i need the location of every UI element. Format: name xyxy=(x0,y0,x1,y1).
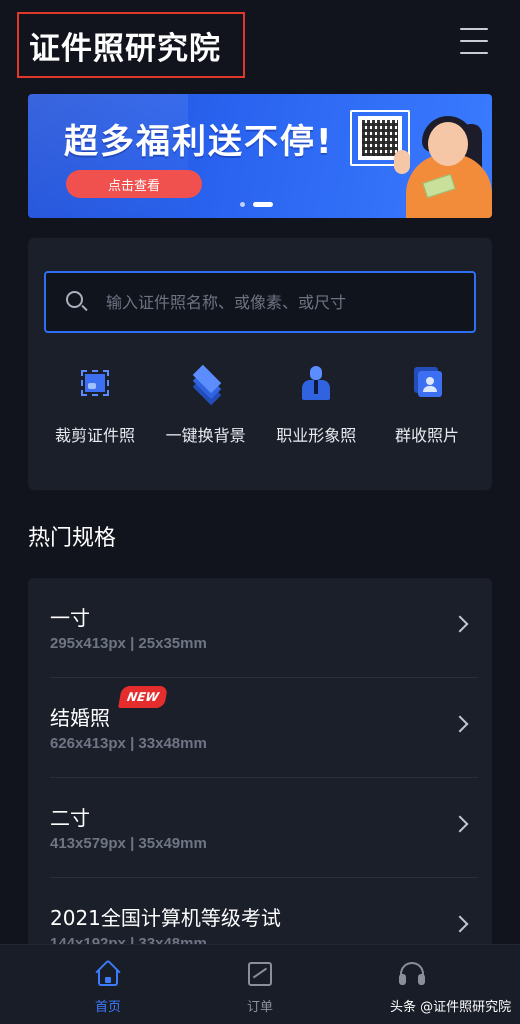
feature-label: 职业形象照 xyxy=(276,426,357,445)
search-icon xyxy=(66,291,88,313)
customer-service-icon xyxy=(398,960,426,988)
crop-photo-icon xyxy=(77,364,113,400)
carousel-dot[interactable] xyxy=(240,202,245,207)
app-title-highlight: 证件照研究院 xyxy=(17,12,245,78)
spec-size: 413x579px | 35x49mm xyxy=(50,835,207,852)
header: 证件照研究院 xyxy=(0,0,520,90)
tab-label: 首页 xyxy=(94,1000,121,1015)
spec-name: 二寸 xyxy=(50,806,90,830)
feature-label: 裁剪证件照 xyxy=(54,426,135,445)
feature-group-photos[interactable]: 群收照片 xyxy=(372,364,482,446)
feature-professional-portrait[interactable]: 职业形象照 xyxy=(261,364,371,446)
orders-icon xyxy=(246,960,274,988)
banner-view-button[interactable]: 点击查看 xyxy=(66,170,202,198)
app-title: 证件照研究院 xyxy=(29,30,221,67)
carousel-dot-active[interactable] xyxy=(253,202,273,207)
banner-headline: 超多福利送不停! xyxy=(64,122,334,162)
tab-orders[interactable]: 订单 xyxy=(200,945,320,1024)
watermark: 头条 @证件照研究院 xyxy=(390,1000,512,1015)
feature-label: 一键换背景 xyxy=(165,426,246,445)
spec-name: 一寸 xyxy=(50,606,90,630)
spec-item[interactable]: 一寸 295x413px | 25x35mm xyxy=(50,578,478,678)
hamburger-menu-icon[interactable] xyxy=(460,28,488,54)
spec-item[interactable]: 2021全国计算机等级考试 144x192px | 33x48mm xyxy=(50,878,478,944)
professional-portrait-icon xyxy=(298,364,334,400)
spec-name: 结婚照 xyxy=(50,706,110,730)
feature-label: 群收照片 xyxy=(394,426,459,445)
chevron-right-icon xyxy=(451,615,469,633)
spec-item[interactable]: 二寸 413x579px | 35x49mm xyxy=(50,778,478,878)
feature-change-background[interactable]: 一键换背景 xyxy=(151,364,261,446)
tab-home[interactable]: 首页 xyxy=(48,945,168,1024)
chevron-right-icon xyxy=(451,915,469,933)
tab-label: 订单 xyxy=(246,1000,273,1015)
section-title: 热门规格 xyxy=(28,526,117,551)
promo-banner[interactable]: 超多福利送不停! 点击查看 xyxy=(28,94,492,218)
layers-icon xyxy=(188,364,224,406)
spec-size: 144x192px | 33x48mm xyxy=(50,935,207,944)
feature-crop-photo[interactable]: 裁剪证件照 xyxy=(40,364,150,446)
feature-grid: 裁剪证件照 一键换背景 职业形象照 群收照片 xyxy=(28,364,492,446)
tools-panel: 裁剪证件照 一键换背景 职业形象照 群收照片 xyxy=(28,238,492,490)
chevron-right-icon xyxy=(451,715,469,733)
spec-size: 295x413px | 25x35mm xyxy=(50,635,207,652)
search-input[interactable] xyxy=(106,292,446,312)
spec-name: 2021全国计算机等级考试 xyxy=(50,906,281,930)
spec-item[interactable]: 结婚照 NEW 626x413px | 33x48mm xyxy=(50,678,478,778)
home-icon xyxy=(94,959,122,988)
spec-size: 626x413px | 33x48mm xyxy=(50,735,207,752)
group-photos-icon xyxy=(409,364,445,400)
new-badge: NEW xyxy=(118,686,168,708)
spec-list: 一寸 295x413px | 25x35mm 结婚照 NEW 626x413px… xyxy=(28,578,492,944)
carousel-indicator xyxy=(240,202,273,207)
chevron-right-icon xyxy=(451,815,469,833)
search-box[interactable] xyxy=(44,271,476,333)
